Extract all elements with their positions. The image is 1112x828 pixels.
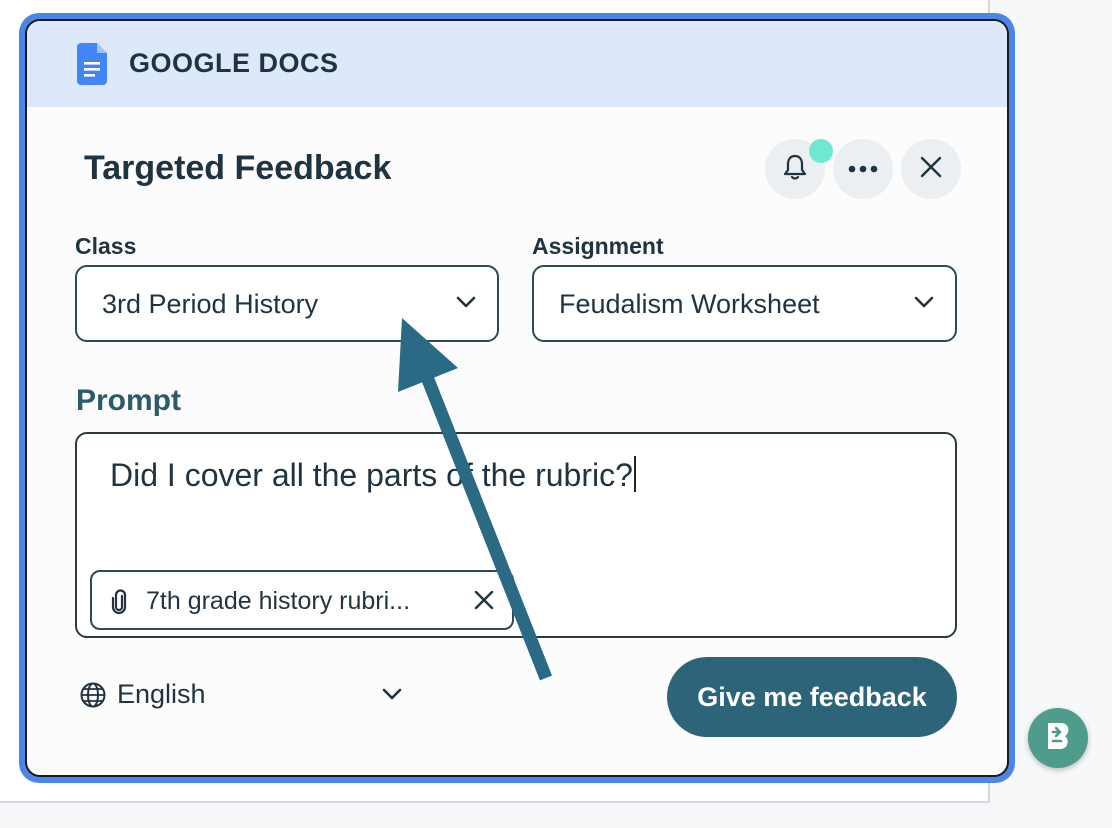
bell-icon [782, 153, 808, 186]
paperclip-icon [110, 589, 128, 620]
assignment-label: Assignment [532, 233, 664, 259]
globe-icon [79, 681, 107, 714]
prompt-label: Prompt [76, 384, 181, 417]
close-button[interactable] [901, 139, 961, 199]
feedback-panel-body: GOOGLE DOCS Targeted Feedback Class 3rd … [25, 19, 1009, 777]
chevron-down-icon [913, 295, 935, 314]
assignment-select-value: Feudalism Worksheet [559, 289, 820, 319]
notification-dot [809, 139, 833, 163]
class-select-value: 3rd Period History [102, 289, 319, 319]
panel-header: GOOGLE DOCS [27, 21, 1007, 107]
class-select[interactable]: 3rd Period History [75, 265, 499, 342]
remove-attachment-icon[interactable] [472, 588, 496, 617]
extension-launcher-button[interactable] [1028, 708, 1088, 768]
google-docs-icon [77, 43, 107, 90]
class-label: Class [75, 233, 137, 259]
attachment-name: 7th grade history rubri... [146, 587, 411, 615]
attachment-chip[interactable]: 7th grade history rubri... [90, 570, 514, 630]
assignment-select[interactable]: Feudalism Worksheet [532, 265, 957, 342]
prompt-input[interactable]: Did I cover all the parts of the rubric?… [75, 432, 957, 638]
feedback-panel: GOOGLE DOCS Targeted Feedback Class 3rd … [19, 13, 1015, 783]
give-feedback-button[interactable]: Give me feedback [667, 657, 957, 737]
app-name: GOOGLE DOCS [129, 48, 339, 78]
panel-title: Targeted Feedback [84, 149, 392, 187]
extension-logo-icon [1041, 719, 1075, 758]
text-caret [633, 456, 636, 492]
prompt-text: Did I cover all the parts of the rubric? [110, 457, 633, 493]
prompt-text-wrap: Did I cover all the parts of the rubric? [110, 456, 636, 494]
language-select[interactable]: English [79, 677, 403, 717]
more-icon [848, 160, 878, 178]
language-value: English [117, 679, 206, 709]
more-options-button[interactable] [833, 139, 893, 199]
chevron-down-icon [455, 295, 477, 314]
close-icon [920, 156, 942, 183]
chevron-down-icon [381, 687, 403, 706]
